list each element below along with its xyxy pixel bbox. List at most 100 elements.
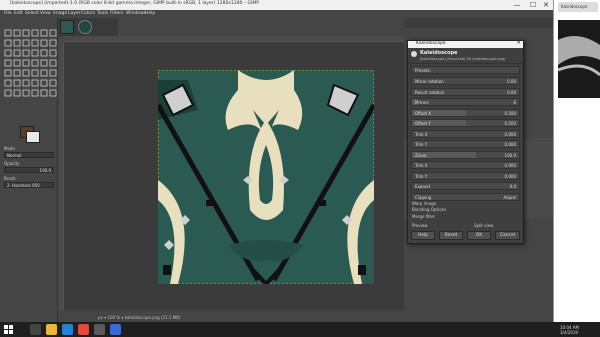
row-label: Trim Y bbox=[415, 173, 428, 179]
menu-help[interactable]: Help bbox=[145, 11, 155, 16]
perspective-tool-icon[interactable] bbox=[13, 52, 21, 67]
dialog-row[interactable]: Clipping Adjust bbox=[411, 192, 520, 201]
menu-tools[interactable]: Tools bbox=[97, 11, 108, 16]
dialog-row[interactable]: Trim X 0.000 bbox=[411, 161, 520, 169]
blur-tool-icon[interactable] bbox=[49, 72, 57, 87]
dialog-row[interactable]: Mirrors 6 bbox=[411, 98, 520, 106]
color-select-tool-icon[interactable] bbox=[49, 82, 57, 97]
eraser-tool-icon[interactable] bbox=[4, 72, 12, 87]
dialog-row[interactable]: Trim Y 0.000 bbox=[411, 171, 520, 180]
image-tab-thumbnail-2[interactable] bbox=[78, 20, 92, 34]
row-label: Trim X bbox=[415, 163, 428, 168]
flip-tool-icon[interactable] bbox=[4, 52, 12, 67]
menu-layer[interactable]: Layer bbox=[68, 11, 81, 16]
opacity-slider[interactable]: 100.0 bbox=[4, 167, 54, 173]
pencil-tool-icon[interactable] bbox=[22, 62, 30, 77]
mypaint-tool-icon[interactable] bbox=[49, 62, 57, 77]
taskbar-search-icon[interactable] bbox=[30, 324, 41, 335]
by-color-select-tool-icon[interactable] bbox=[40, 22, 48, 37]
menu-filters[interactable]: Filters bbox=[110, 11, 124, 16]
color-picker-tool-icon[interactable] bbox=[22, 32, 30, 47]
heal-tool-icon[interactable] bbox=[22, 72, 30, 87]
background-color-swatch[interactable] bbox=[26, 131, 40, 143]
cancel-button[interactable]: Cancel bbox=[495, 231, 520, 240]
menu-view[interactable]: View bbox=[40, 11, 51, 16]
help-button[interactable]: Help bbox=[411, 231, 435, 240]
minimize-button[interactable]: — bbox=[509, 0, 525, 10]
taskbar-app-icon[interactable] bbox=[78, 324, 89, 335]
menu-colors[interactable]: Colors bbox=[81, 11, 95, 16]
unified-transform-tool-icon[interactable] bbox=[22, 42, 30, 57]
reset-button[interactable]: Reset bbox=[439, 231, 463, 240]
taskbar-gimp-icon[interactable] bbox=[94, 324, 105, 335]
windows-start-icon[interactable] bbox=[4, 325, 13, 334]
browser-tab[interactable]: Kaleidoscope bbox=[558, 2, 598, 12]
airbrush-tool-icon[interactable] bbox=[31, 62, 39, 77]
dialog-row[interactable]: Trim Y 0.000 bbox=[411, 140, 520, 148]
taskbar-edge-icon[interactable] bbox=[62, 324, 73, 335]
clone-tool-icon[interactable] bbox=[13, 72, 21, 87]
kaleidoscope-artwork[interactable] bbox=[158, 70, 374, 284]
menu-select[interactable]: Select bbox=[25, 11, 39, 16]
smudge-tool-icon[interactable] bbox=[40, 72, 48, 87]
menu-image[interactable]: Image bbox=[53, 11, 67, 16]
move-tool-icon[interactable] bbox=[49, 32, 57, 47]
cage-tool-icon[interactable] bbox=[22, 52, 30, 67]
dodge-burn-tool-icon[interactable] bbox=[4, 82, 12, 97]
warp-tool-icon[interactable] bbox=[31, 52, 39, 67]
perspective-clone-tool-icon[interactable] bbox=[31, 72, 39, 87]
menu-file[interactable]: File bbox=[4, 11, 12, 16]
dialog-row[interactable]: Trim X 0.000 bbox=[411, 129, 520, 138]
free-select-tool-icon[interactable] bbox=[22, 22, 30, 37]
menu-edit[interactable]: Edit bbox=[14, 11, 23, 16]
crop-tool-icon[interactable] bbox=[13, 42, 21, 57]
paintbrush-tool-icon[interactable] bbox=[13, 62, 21, 77]
text-tool-icon[interactable] bbox=[40, 52, 48, 67]
close-button[interactable]: ✕ bbox=[538, 0, 554, 10]
menu-windows[interactable]: Windows bbox=[126, 11, 146, 16]
ok-button[interactable]: OK bbox=[467, 231, 491, 240]
taskbar-chrome-icon[interactable] bbox=[110, 324, 121, 335]
ellipse-select-tool-icon[interactable] bbox=[13, 22, 21, 37]
zoom-tool-icon[interactable] bbox=[31, 32, 39, 47]
bucket-fill-tool-icon[interactable] bbox=[49, 52, 57, 67]
split-view-check[interactable]: Split view bbox=[474, 223, 493, 228]
ellipse-select-2-tool-icon[interactable] bbox=[22, 82, 30, 97]
dark-mark-2 bbox=[318, 200, 326, 206]
opacity-value: 100.0 bbox=[39, 168, 51, 173]
ink-tool-icon[interactable] bbox=[40, 62, 48, 77]
gradient-tool-icon[interactable] bbox=[4, 62, 12, 77]
row-value: 0.0 bbox=[509, 184, 516, 189]
rect-select-tool-icon[interactable] bbox=[4, 22, 12, 37]
paths-tool-icon[interactable] bbox=[13, 32, 21, 47]
align-tool-icon[interactable] bbox=[4, 42, 12, 57]
foreground-select-tool-icon[interactable] bbox=[4, 32, 12, 47]
presets-select[interactable]: Presets: bbox=[411, 66, 520, 74]
dialog-row[interactable]: Result rotation 0.00 bbox=[411, 87, 520, 96]
dialog-row[interactable]: Mirror rotation 0.00 bbox=[411, 77, 520, 85]
shear-tool-icon[interactable] bbox=[49, 42, 57, 57]
scale-tool-icon[interactable] bbox=[40, 42, 48, 57]
tool-options-mode-select[interactable]: Normal bbox=[4, 152, 54, 158]
lasso-tool-icon[interactable] bbox=[31, 82, 39, 97]
preview-check[interactable]: Preview bbox=[412, 223, 428, 228]
measure-tool-icon[interactable] bbox=[40, 32, 48, 47]
dialog-row[interactable]: Expand 0.0 bbox=[411, 182, 520, 190]
rotate-tool-icon[interactable] bbox=[31, 42, 39, 57]
dialog-row[interactable]: Zoom 100.0 bbox=[411, 150, 520, 159]
taskbar-explorer-icon[interactable] bbox=[46, 324, 57, 335]
taskbar: 10:04 AM 3/4/2019 bbox=[0, 322, 600, 337]
row-value: 0.000 bbox=[504, 163, 516, 168]
dialog-row[interactable]: Offset Y 0.500 bbox=[411, 119, 520, 127]
scissors-tool-icon[interactable] bbox=[49, 22, 57, 37]
rect-select-2-tool-icon[interactable] bbox=[13, 82, 21, 97]
merge-filter-check[interactable]: Merge filter bbox=[412, 214, 435, 219]
wand-tool-icon[interactable] bbox=[40, 82, 48, 97]
brush-select[interactable]: 2. Hardness 050 bbox=[4, 182, 54, 188]
dialog-row[interactable]: Offset X 0.500 bbox=[411, 108, 520, 117]
fuzzy-select-tool-icon[interactable] bbox=[31, 22, 39, 37]
warp-check[interactable]: Warp image bbox=[412, 201, 436, 206]
image-tab-thumbnail[interactable] bbox=[60, 20, 74, 34]
dialog-close-button[interactable]: ✕ bbox=[516, 40, 521, 46]
blending-options-expander[interactable]: Blending Options bbox=[412, 207, 446, 212]
